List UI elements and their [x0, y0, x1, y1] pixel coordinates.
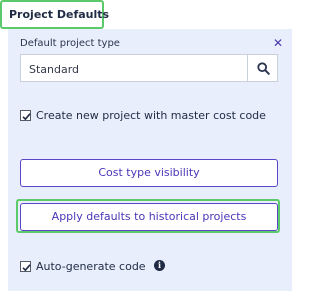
tab-project-defaults[interactable]: Project Defaults — [0, 0, 109, 29]
default-project-type-field[interactable]: Standard — [20, 54, 247, 82]
info-icon[interactable]: i — [154, 260, 165, 271]
auto-generate-checkbox[interactable] — [20, 261, 31, 272]
default-project-type-label: Default project type — [20, 38, 120, 49]
master-cost-code-checkbox[interactable] — [20, 110, 31, 121]
apply-defaults-button[interactable]: Apply defaults to historical projects — [20, 203, 278, 231]
auto-generate-label: Auto-generate code — [36, 260, 146, 273]
master-cost-code-label: Create new project with master cost code — [36, 109, 266, 122]
project-defaults-screen: Project Defaults Default project type ✕ … — [0, 0, 300, 291]
project-defaults-panel: Default project type ✕ Standard Create n… — [8, 29, 292, 291]
checkmark-icon — [22, 264, 31, 272]
close-icon[interactable]: ✕ — [273, 37, 283, 49]
cost-type-visibility-button[interactable]: Cost type visibility — [20, 159, 278, 187]
search-button[interactable] — [247, 54, 278, 82]
tab-label: Project Defaults — [9, 8, 110, 21]
checkmark-icon — [22, 113, 31, 121]
